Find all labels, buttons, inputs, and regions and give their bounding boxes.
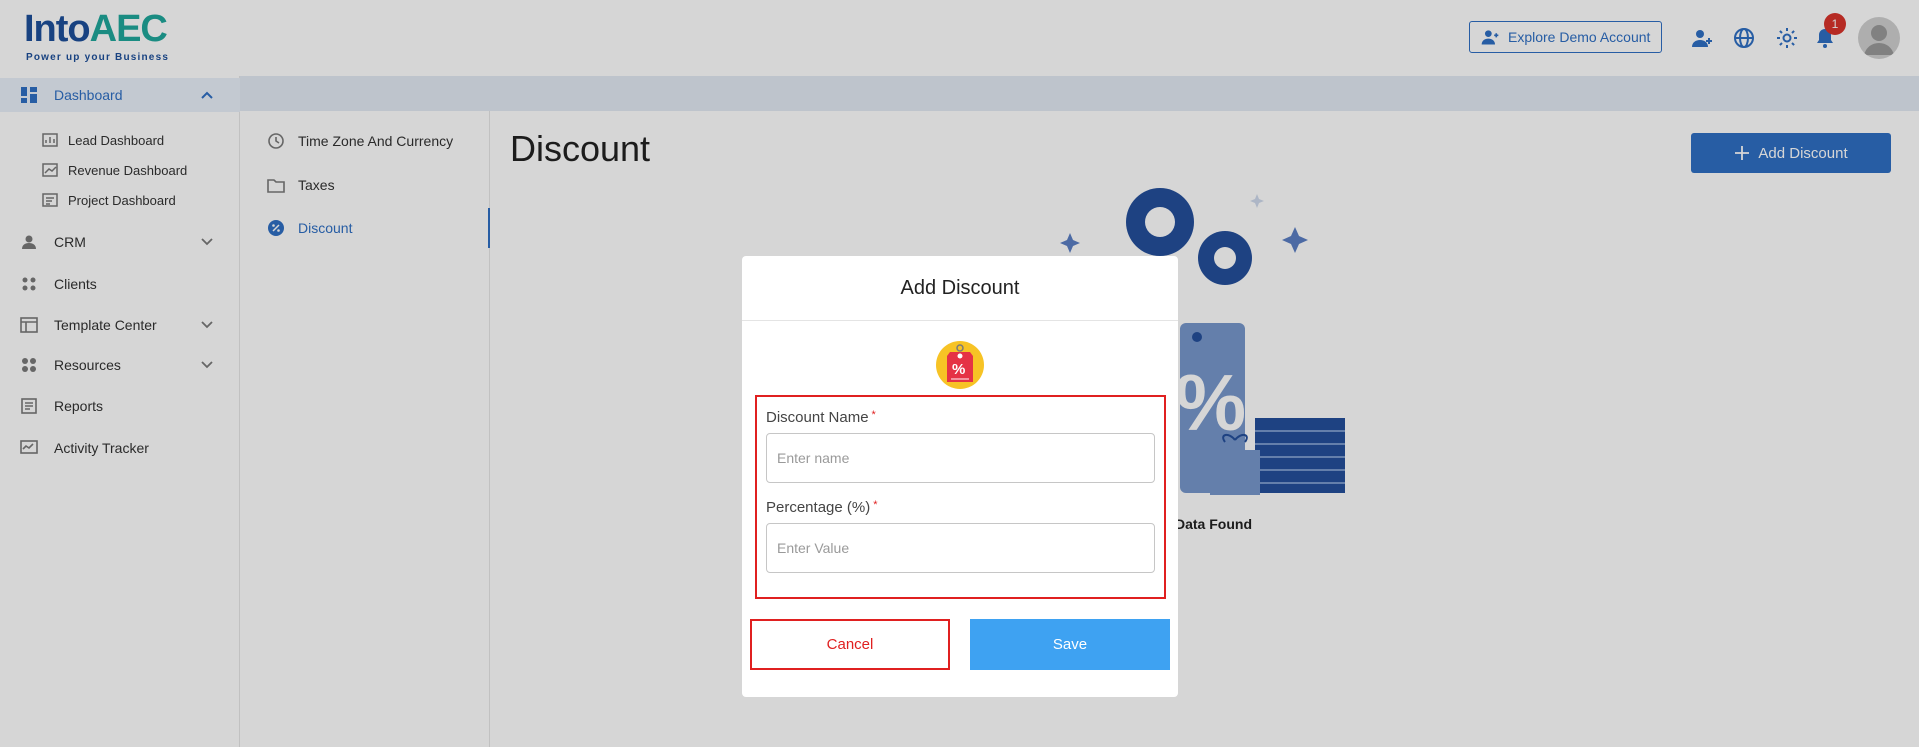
required-mark: * xyxy=(873,499,878,511)
percentage-label: Percentage (%) * xyxy=(766,499,878,516)
required-mark: * xyxy=(871,409,876,421)
cancel-button[interactable]: Cancel xyxy=(750,619,950,670)
save-button[interactable]: Save xyxy=(970,619,1170,670)
svg-text:%: % xyxy=(952,361,965,378)
modal-title: Add Discount xyxy=(900,277,1020,299)
discount-form: Discount Name* Percentage (%)* xyxy=(755,395,1166,599)
percentage-input[interactable] xyxy=(766,523,1155,573)
add-discount-modal: Add Discount % Discount Name* Percentage… xyxy=(742,256,1178,697)
modal-divider xyxy=(742,320,1178,321)
discount-name-label: Discount Name * xyxy=(766,409,876,426)
discount-tag-icon: % xyxy=(936,341,984,389)
discount-name-input[interactable] xyxy=(766,433,1155,483)
